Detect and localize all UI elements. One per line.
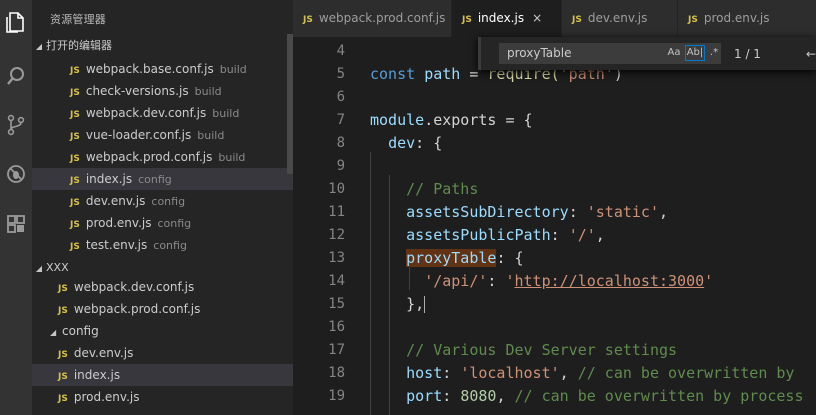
code-line: 13 proxyTable: { (293, 247, 816, 270)
js-file-icon: JS (70, 242, 80, 252)
tab-dev-env[interactable]: JS dev.env.js (562, 0, 678, 37)
open-editor-item[interactable]: JS webpack.dev.conf.js build (32, 102, 293, 124)
line-number: 18 (328, 365, 345, 381)
js-file-icon: JS (58, 350, 68, 360)
explorer-title: 资源管理器 (50, 13, 106, 26)
project-label: XXX (46, 261, 69, 274)
open-editor-item[interactable]: JS prod.env.js config (32, 212, 293, 234)
activity-bar (0, 0, 32, 415)
open-editor-item[interactable]: JS vue-loader.conf.js build (32, 124, 293, 146)
whole-word-toggle[interactable]: Ab| (685, 45, 705, 61)
code-line: 12 assetsPublicPath: '/', (293, 224, 816, 247)
js-file-icon: JS (58, 372, 68, 382)
url-link: http://localhost:3000 (514, 272, 705, 290)
code-line: 11 assetsSubDirectory: 'static', (293, 201, 816, 224)
open-editor-item-active[interactable]: JS index.js config (32, 168, 293, 190)
line-number: 19 (328, 388, 345, 404)
file-tree-item-active[interactable]: JS index.js (32, 364, 293, 386)
close-icon[interactable]: × (532, 11, 542, 25)
js-file-icon: JS (70, 198, 80, 208)
js-file-icon: JS (58, 284, 68, 294)
js-file-icon: JS (70, 220, 80, 230)
line-number: 11 (328, 204, 345, 220)
find-widget-sash[interactable] (478, 37, 481, 70)
code-line: 8 dev: { (293, 132, 816, 155)
js-file-icon: JS (70, 132, 80, 142)
js-file-icon: JS (462, 15, 472, 25)
text-cursor (424, 296, 426, 313)
line-number: 4 (336, 43, 345, 59)
match-count: 1 / 1 (734, 47, 761, 61)
code-line: 18 host: 'localhost', // can be overwrit… (293, 362, 816, 385)
code-editor[interactable]: 4 5 const path = require('path') 6 7 modul… (293, 37, 816, 415)
tab-index-js[interactable]: JS index.js × (452, 0, 562, 37)
js-file-icon: JS (688, 15, 698, 25)
line-number: 17 (328, 342, 345, 358)
open-editors-label: 打开的编辑器 (46, 39, 112, 52)
code-line: 17 // Various Dev Server settings (293, 339, 816, 362)
search-icon[interactable] (0, 60, 32, 92)
code-line: 16 (293, 316, 816, 339)
open-editor-item[interactable]: JS dev.env.js config (32, 190, 293, 212)
js-file-icon: JS (572, 15, 582, 25)
js-file-icon: JS (70, 154, 80, 164)
open-editors-header[interactable]: ◢ 打开的编辑器 (32, 35, 293, 57)
js-file-icon: JS (70, 88, 80, 98)
folder-item-config[interactable]: ◢ config (32, 320, 293, 342)
js-file-icon: JS (70, 110, 80, 120)
editor-tabs: JS webpack.prod.conf.js JS index.js × JS dev… (293, 0, 816, 37)
js-file-icon: JS (58, 306, 68, 316)
line-number: 14 (328, 273, 345, 289)
code-line: 7 module.exports = { (293, 109, 816, 132)
file-tree-item[interactable]: JS webpack.prod.conf.js (32, 298, 293, 320)
code-line: 6 (293, 86, 816, 109)
extensions-icon[interactable] (0, 208, 32, 240)
file-tree-item[interactable]: JS dev.env.js (32, 342, 293, 364)
explorer-files-icon[interactable] (0, 6, 32, 38)
open-editor-item[interactable]: JS webpack.base.conf.js build (32, 58, 293, 80)
tab-prod-env[interactable]: JS prod.env.js (678, 0, 816, 37)
explorer-sidebar: 资源管理器 ◢ 打开的编辑器 JS webpack.base.conf.js buil… (32, 0, 293, 415)
file-tree-item[interactable]: JS prod.env.js (32, 386, 293, 408)
code-line: 10 // Paths (293, 178, 816, 201)
tab-webpack-prod-conf[interactable]: JS webpack.prod.conf.js (293, 0, 452, 37)
line-number: 10 (328, 181, 345, 197)
open-editor-item[interactable]: JS test.env.js config (32, 234, 293, 256)
open-editor-item[interactable]: JS check-versions.js build (32, 80, 293, 102)
js-file-icon: JS (70, 176, 80, 186)
js-file-icon: JS (303, 15, 313, 25)
line-number: 16 (328, 319, 345, 335)
chevron-down-icon: ◢ (50, 328, 57, 337)
regex-toggle[interactable]: .* (708, 46, 720, 60)
line-number: 8 (336, 135, 345, 151)
code-line: 9 (293, 155, 816, 178)
line-number: 12 (328, 227, 345, 243)
line-number: 9 (336, 158, 345, 174)
code-line: 19 port: 8080, // can be overwritten by … (293, 385, 816, 408)
debug-icon[interactable] (0, 158, 32, 190)
line-number: 6 (336, 89, 345, 105)
chevron-down-icon: ◢ (35, 42, 43, 51)
js-file-icon: JS (70, 66, 80, 76)
file-tree-item[interactable]: JS webpack.dev.conf.js (32, 276, 293, 298)
line-number: 5 (336, 66, 345, 82)
line-number: 13 (328, 250, 345, 266)
find-widget: proxyTable Aa Ab| .* 1 / 1 ← (478, 37, 816, 70)
open-editor-item[interactable]: JS webpack.prod.conf.js build (32, 146, 293, 168)
js-file-icon: JS (58, 394, 68, 404)
previous-match-icon[interactable]: ← (806, 44, 816, 64)
line-number: 7 (336, 112, 345, 128)
line-number: 15 (328, 296, 345, 312)
code-line: 15 }, (293, 293, 816, 316)
code-line: 14 '/api/': 'http://localhost:3000' (293, 270, 816, 293)
match-case-toggle[interactable]: Aa (666, 46, 682, 60)
source-control-icon[interactable] (0, 109, 32, 141)
search-match-highlight: proxyTable (406, 249, 497, 267)
